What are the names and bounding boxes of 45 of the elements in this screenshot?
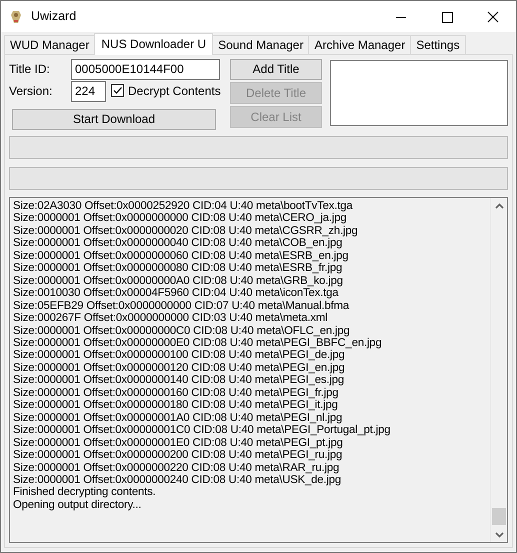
- log-line: Size:0000001 Offset:0x00000001A0 CID:08 U:40 meta\PEGI_nl.jpg: [13, 412, 344, 424]
- log-line: Size:0000001 Offset:0x00000000A0 CID:08 U:40 meta\GRB_ko.jpg: [13, 274, 344, 288]
- tab[interactable]: Sound Manager: [212, 35, 310, 54]
- log-line: Size:0000001 Offset:0x0000000020 CID:08 U:40 meta\CGSRR_zh.jpg: [13, 224, 359, 238]
- log-line: Size:0000001 Offset:0x0000000040 CID:08 U:40 meta\COB_en.jpg: [13, 237, 344, 250]
- decrypt-label: Decrypt Contents: [128, 84, 221, 98]
- log-line: Size:0000001 Offset:0x0000000120 CID:08 U:40 meta\PEGI_en.jpg: [13, 362, 346, 374]
- log-line: Size:02A3030 Offset:0x0000252920 CID:04 U:40 meta\bootTvTex.tga: [13, 200, 354, 212]
- log-line: Size:0000001 Offset:0x0000000060 CID:08 U:40 meta\ESRB_en.jpg: [13, 250, 350, 262]
- title-id-label: Title ID:: [9, 62, 51, 76]
- version-label: Version:: [9, 84, 54, 98]
- window-title: Uwizard: [31, 9, 76, 24]
- log-line: Size:0000001 Offset:0x0000000140 CID:08 U:40 meta\PEGI_es.jpg: [13, 374, 346, 387]
- log-line: Size:0000001 Offset:0x00000000E0 CID:08 U:40 meta\PEGI_BBFC_en.jpg: [13, 336, 383, 350]
- log-line: Size:000267F Offset:0x0000000000 CID:03 U:40 meta\meta.xml: [13, 312, 328, 325]
- title-button[interactable]: Add Title: [230, 59, 322, 80]
- log-line: Size:0000001 Offset:0x0000000200 CID:08 U:40 meta\PEGI_ru.jpg: [13, 449, 344, 462]
- log-line: Size:0000001 Offset:0x0000000100 CID:08 U:40 meta\PEGI_de.jpg: [13, 349, 346, 362]
- log-line: Size:0000001 Offset:0x0000000180 CID:08 U:40 meta\PEGI_it.jpg: [13, 399, 339, 412]
- app-icon: [9, 8, 23, 24]
- log-line: Finished decrypting contents.: [13, 486, 157, 499]
- log-line: Size:0000001 Offset:0x00000001C0 CID:08 U:40 meta\PEGI_Portugal_pt.jpg: [13, 424, 392, 437]
- title-list[interactable]: [330, 60, 508, 126]
- start-download-button[interactable]: Start Download: [12, 109, 216, 130]
- log-line: Size:0000001 Offset:0x0000000160 CID:08 U:40 meta\PEGI_fr.jpg: [13, 386, 340, 400]
- tab[interactable]: NUS Downloader U: [94, 33, 214, 55]
- log-line: Size:0000001 Offset:0x00000001E0 CID:08 U:40 meta\PEGI_pt.jpg: [13, 436, 344, 450]
- scroll-thumb[interactable]: [492, 508, 506, 525]
- scrollbar[interactable]: [490, 198, 507, 542]
- decrypt-checkbox[interactable]: [111, 84, 124, 98]
- tab[interactable]: Settings: [410, 35, 466, 54]
- tab[interactable]: WUD Manager: [4, 35, 96, 54]
- version-field[interactable]: 224: [71, 80, 106, 102]
- scroll-up-icon[interactable]: [494, 203, 504, 209]
- log-line: Size:05EFB29 Offset:0x0000000000 CID:07 U:40 meta\Manual.bfma: [13, 300, 350, 312]
- log-line: Size:0000001 Offset:0x00000000C0 CID:08 U:40 meta\OFLC_en.jpg: [13, 324, 351, 337]
- log-line: Size:0010030 Offset:0x00004F5960 CID:04 U:40 meta\iconTex.tga: [13, 287, 340, 300]
- log-line: Size:0000001 Offset:0x0000000240 CID:08 U:40 meta\USK_de.jpg: [13, 474, 342, 486]
- log-line: Opening output directory...: [13, 498, 142, 512]
- log-line: Size:0000001 Offset:0x0000000080 CID:08 U:40 meta\ESRB_fr.jpg: [13, 262, 344, 275]
- log-line: Size:0000001 Offset:0x0000000000 CID:08 U:40 meta\CERO_ja.jpg: [13, 212, 348, 225]
- tab[interactable]: Archive Manager: [308, 35, 412, 54]
- title-id-field[interactable]: 0005000E10144F00: [71, 58, 220, 80]
- scroll-down-icon[interactable]: [494, 532, 504, 538]
- log-line: Size:0000001 Offset:0x0000000220 CID:08 U:40 meta\RAR_ru.jpg: [13, 462, 340, 474]
